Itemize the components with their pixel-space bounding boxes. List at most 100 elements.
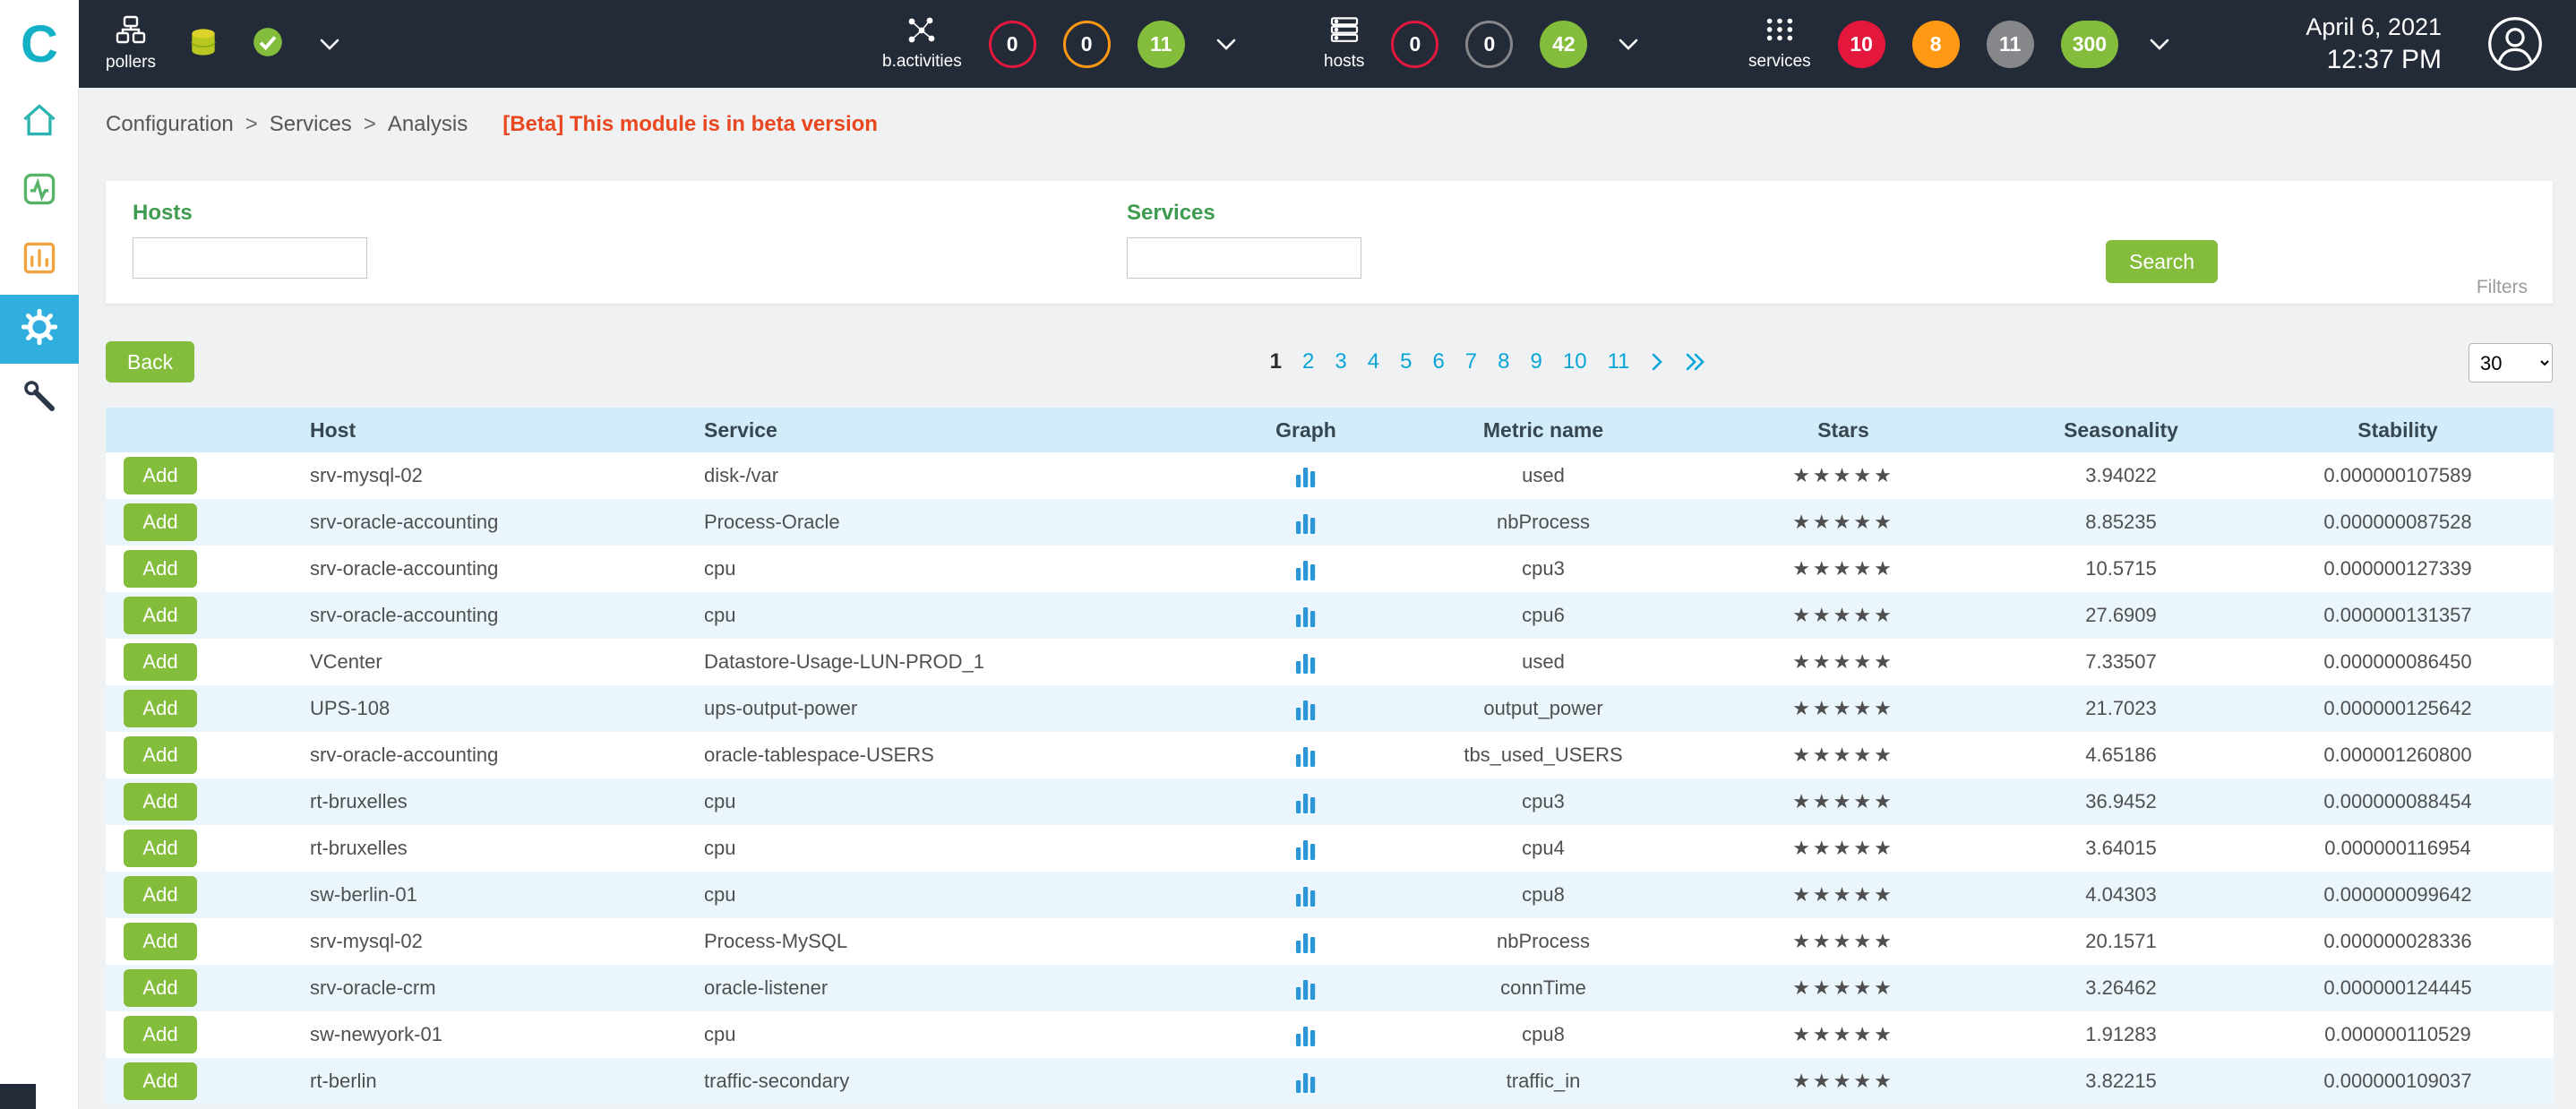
bactivities-status-badge[interactable]: 11: [1138, 21, 1185, 68]
hosts-status-badge[interactable]: 0: [1465, 21, 1513, 68]
add-button[interactable]: Add: [124, 783, 197, 821]
bactivities-status-badge[interactable]: 0: [1063, 21, 1111, 68]
page-link[interactable]: 2: [1302, 349, 1314, 374]
graph-icon[interactable]: [1294, 978, 1318, 1000]
page-link[interactable]: 4: [1368, 349, 1379, 374]
database-status-icon[interactable]: [186, 25, 220, 64]
hosts-chevron-down-icon[interactable]: [1618, 38, 1639, 51]
add-button[interactable]: Add: [124, 923, 197, 960]
add-button[interactable]: Add: [124, 736, 197, 774]
metric-cell: cpu8: [1400, 872, 1687, 918]
add-button[interactable]: Add: [124, 457, 197, 494]
page-size-select[interactable]: 30: [2469, 343, 2553, 383]
graph-icon[interactable]: [1294, 466, 1318, 487]
graph-icon[interactable]: [1294, 512, 1318, 534]
graph-icon[interactable]: [1294, 745, 1318, 767]
next-page-icon[interactable]: [1651, 352, 1665, 372]
add-button[interactable]: Add: [124, 1016, 197, 1053]
services-status-badge[interactable]: 8: [1912, 21, 1960, 68]
services-status-badge[interactable]: 300: [2061, 21, 2118, 68]
graph-icon[interactable]: [1294, 838, 1318, 860]
header-seasonality: Seasonality: [2000, 408, 2242, 452]
latency-ok-icon[interactable]: [251, 25, 285, 64]
header-add: [106, 408, 303, 452]
graph-icon[interactable]: [1294, 606, 1318, 627]
breadcrumb-item[interactable]: Analysis: [388, 112, 468, 137]
metric-cell: cpu3: [1400, 778, 1687, 825]
user-profile-icon[interactable]: [2486, 15, 2544, 77]
hosts-menu[interactable]: hosts: [1324, 16, 1364, 72]
bactivities-status-badge[interactable]: 0: [989, 21, 1036, 68]
stability-cell: 0.000000088454: [2242, 778, 2554, 825]
add-button[interactable]: Add: [124, 969, 197, 1007]
graph-icon[interactable]: [1294, 792, 1318, 813]
stability-cell: 0.000000125642: [2242, 685, 2554, 732]
sidebar-item-home[interactable]: [0, 88, 79, 157]
page-link[interactable]: 11: [1608, 349, 1630, 374]
bactivities-menu[interactable]: b.activities: [882, 16, 962, 72]
services-filter-input[interactable]: [1127, 237, 1361, 279]
seasonality-cell: 8.85235: [2000, 499, 2242, 546]
services-status-badge[interactable]: 10: [1838, 21, 1885, 68]
graph-icon[interactable]: [1294, 652, 1318, 674]
services-label: services: [1748, 52, 1811, 72]
hosts-status-badge[interactable]: 42: [1540, 21, 1587, 68]
add-button[interactable]: Add: [124, 690, 197, 727]
services-chevron-down-icon[interactable]: [2149, 38, 2170, 51]
graph-icon[interactable]: [1294, 699, 1318, 720]
hosts-status-badge[interactable]: 0: [1391, 21, 1438, 68]
breadcrumb-item[interactable]: Configuration: [106, 112, 234, 137]
hosts-badges: 00 42: [1391, 21, 1587, 68]
graph-icon[interactable]: [1294, 932, 1318, 953]
page-link[interactable]: 1: [1270, 349, 1282, 374]
graph-icon[interactable]: [1294, 1025, 1318, 1046]
page-link[interactable]: 10: [1563, 349, 1587, 374]
activity-icon: [20, 169, 59, 213]
header-stars: Stars: [1687, 408, 2000, 452]
add-button[interactable]: Add: [124, 876, 197, 914]
add-button[interactable]: Add: [124, 597, 197, 634]
stars-rating: ★★★★★: [1687, 778, 2000, 825]
page-link[interactable]: 6: [1432, 349, 1444, 374]
hosts-filter-label: Hosts: [133, 201, 367, 226]
breadcrumb-item[interactable]: Services: [270, 112, 352, 137]
page-link[interactable]: 8: [1498, 349, 1509, 374]
search-button[interactable]: Search: [2106, 240, 2218, 283]
host-cell: sw-berlin-01: [303, 872, 697, 918]
sidebar-item-configuration[interactable]: [0, 295, 79, 364]
last-page-icon[interactable]: [1686, 352, 1707, 372]
topbar-group-pollers: pollers: [106, 0, 340, 88]
add-button[interactable]: Add: [124, 503, 197, 541]
add-button[interactable]: Add: [124, 550, 197, 588]
sidebar-collapse-button[interactable]: [0, 1084, 36, 1109]
graph-icon[interactable]: [1294, 885, 1318, 907]
add-button[interactable]: Add: [124, 830, 197, 867]
pollers-chevron-down-icon[interactable]: [319, 38, 340, 51]
centreon-app: C pollers: [0, 0, 2576, 1109]
page-link[interactable]: 7: [1465, 349, 1477, 374]
service-cell: traffic-secondary: [697, 1058, 1212, 1105]
business-activities-icon: [906, 16, 937, 47]
back-button[interactable]: Back: [106, 341, 194, 383]
page-link[interactable]: 5: [1400, 349, 1412, 374]
bactivities-chevron-down-icon[interactable]: [1215, 38, 1237, 51]
centreon-logo[interactable]: C: [0, 0, 79, 88]
hosts-filter-input[interactable]: [133, 237, 367, 279]
add-button[interactable]: Add: [124, 643, 197, 681]
services-status-badge[interactable]: 11: [1987, 21, 2034, 68]
graph-icon[interactable]: [1294, 1071, 1318, 1093]
table-row: Add srv-oracle-crm oracle-listener connT…: [106, 965, 2554, 1011]
sidebar-item-monitoring[interactable]: [0, 157, 79, 226]
seasonality-cell: 20.1571: [2000, 918, 2242, 965]
graph-icon[interactable]: [1294, 559, 1318, 580]
metric-cell: cpu6: [1400, 592, 1687, 639]
page-link[interactable]: 9: [1531, 349, 1542, 374]
page-link[interactable]: 3: [1335, 349, 1346, 374]
sidebar-item-administration[interactable]: [0, 364, 79, 433]
sidebar-item-reporting[interactable]: [0, 226, 79, 295]
seasonality-cell: 3.82215: [2000, 1058, 2242, 1105]
add-button[interactable]: Add: [124, 1062, 197, 1100]
services-menu[interactable]: services: [1748, 16, 1811, 72]
header-metric-name: Metric name: [1400, 408, 1687, 452]
pollers-menu[interactable]: pollers: [106, 15, 156, 73]
